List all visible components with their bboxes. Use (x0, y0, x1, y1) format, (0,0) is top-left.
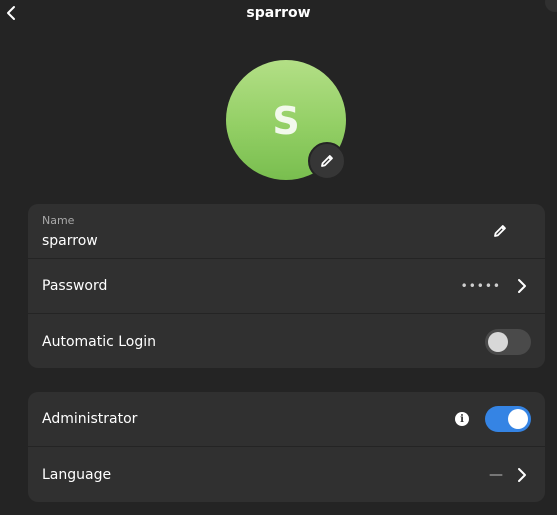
administrator-label: Administrator (42, 411, 138, 427)
password-mask: ••••• (460, 279, 501, 293)
language-row[interactable]: Language — (28, 447, 545, 502)
chevron-right-icon (509, 273, 535, 299)
name-caption: Name (42, 214, 75, 227)
language-label: Language (42, 466, 112, 483)
administrator-switch[interactable] (485, 406, 531, 432)
password-row[interactable]: Password ••••• (28, 259, 545, 314)
pencil-icon (494, 225, 506, 237)
edit-avatar-button[interactable] (308, 142, 346, 180)
automatic-login-row: Automatic Login (28, 314, 545, 368)
privileges-card: Administrator i Language — (28, 392, 545, 502)
automatic-login-label: Automatic Login (42, 333, 157, 350)
page-title: sparrow (246, 5, 311, 21)
chevron-right-icon (509, 462, 535, 488)
name-value: sparrow (42, 233, 98, 249)
password-label: Password (42, 278, 108, 294)
language-value: — (489, 466, 503, 483)
pencil-icon (321, 155, 333, 167)
header-bar: sparrow (0, 0, 557, 28)
switch-knob (508, 409, 528, 429)
account-settings-card: Name sparrow Password ••••• Automatic Lo… (28, 204, 545, 368)
user-account-page: sparrow S Name sparrow Password ••••• Au… (0, 0, 557, 515)
avatar-initial: S (272, 99, 300, 143)
administrator-row: Administrator i (28, 392, 545, 447)
automatic-login-switch[interactable] (485, 328, 531, 355)
name-row: Name sparrow (28, 204, 545, 259)
edit-name-button[interactable] (487, 218, 513, 244)
switch-knob (488, 331, 508, 352)
info-icon[interactable]: i (455, 412, 469, 426)
